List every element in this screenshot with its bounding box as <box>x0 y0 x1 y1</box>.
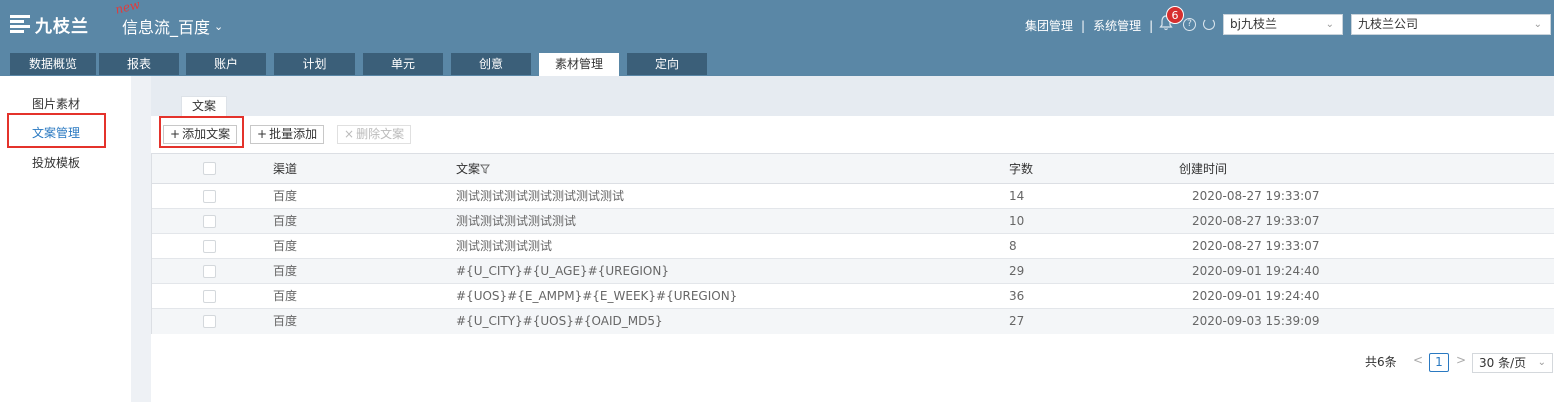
logout-icon[interactable] <box>1203 18 1215 30</box>
cell-char-count: 27 <box>1009 314 1025 328</box>
subtab-copywriting[interactable]: 文案 <box>181 96 227 116</box>
tab-reports[interactable]: 报表 <box>99 53 179 75</box>
scrollbar-track[interactable] <box>1554 0 1561 402</box>
tab-overview[interactable]: 数据概览 <box>10 53 96 75</box>
cell-created-time: 2020-09-03 15:39:09 <box>1192 314 1320 328</box>
main-tabs: 数据概览 报表 账户 计划 单元 创意 素材管理 定向 <box>0 49 1561 76</box>
chevron-down-icon: ⌄ <box>1533 19 1542 30</box>
table-header: 渠道 文案 字数 创建时间 <box>152 154 1560 184</box>
company-select-value: 九枝兰公司 <box>1358 17 1419 31</box>
filter-icon[interactable] <box>480 164 491 174</box>
row-checkbox[interactable] <box>203 190 216 203</box>
chevron-down-icon: ⌄ <box>1325 19 1334 30</box>
group-management-link[interactable]: 集团管理 <box>1025 17 1073 34</box>
company-select[interactable]: 九枝兰公司 ⌄ <box>1351 14 1551 35</box>
page-size-select[interactable]: 30 条/页 ⌄ <box>1472 353 1553 373</box>
cell-char-count: 29 <box>1009 264 1025 278</box>
highlight-box <box>159 116 244 148</box>
row-checkbox[interactable] <box>203 240 216 253</box>
cell-channel: 百度 <box>273 214 298 228</box>
logo[interactable]: 九枝兰 <box>10 12 89 37</box>
header-copy[interactable]: 文案 <box>456 154 491 184</box>
delete-copy-label: 删除文案 <box>356 127 405 141</box>
cell-copy: 测试测试测试测试测试 <box>456 214 577 228</box>
logo-icon <box>10 14 32 34</box>
table-row[interactable]: 百度 测试测试测试测试 8 2020-08-27 19:33:07 <box>152 234 1560 259</box>
cell-created-time: 2020-08-27 19:33:07 <box>1192 189 1320 203</box>
tab-targeting[interactable]: 定向 <box>627 53 707 75</box>
batch-add-label: 批量添加 <box>269 127 318 141</box>
close-icon: × <box>344 127 355 141</box>
chevron-down-icon: ⌄ <box>1537 357 1546 368</box>
cell-char-count: 10 <box>1009 214 1025 228</box>
highlight-box <box>7 113 106 148</box>
product-switcher[interactable]: 信息流_百度 ⌄ <box>122 14 223 38</box>
table-row[interactable]: 百度 #{UOS}#{E_AMPM}#{E_WEEK}#{UREGION} 36… <box>152 284 1560 309</box>
pagination-total: 共6条 <box>1365 355 1397 369</box>
link-separator: | <box>1081 18 1086 33</box>
cell-copy: 测试测试测试测试测试测试测试 <box>456 189 625 203</box>
logo-text: 九枝兰 <box>35 16 89 37</box>
header-copy-label: 文案 <box>456 162 481 176</box>
cell-channel: 百度 <box>273 239 298 253</box>
chevron-down-icon: ⌄ <box>214 19 224 33</box>
table-row[interactable]: 百度 #{U_CITY}#{UOS}#{OAID_MD5} 27 2020-09… <box>152 309 1560 334</box>
cell-copy: #{UOS}#{E_AMPM}#{E_WEEK}#{UREGION} <box>456 289 738 303</box>
tab-material[interactable]: 素材管理 <box>539 53 619 76</box>
cell-copy: #{U_CITY}#{UOS}#{OAID_MD5} <box>456 314 663 328</box>
table-row[interactable]: 百度 测试测试测试测试测试 10 2020-08-27 19:33:07 <box>152 209 1560 234</box>
chevron-left-icon[interactable]: < <box>1413 353 1423 367</box>
chevron-right-icon[interactable]: > <box>1456 353 1466 367</box>
cell-created-time: 2020-09-01 19:24:40 <box>1192 289 1320 303</box>
header-channel[interactable]: 渠道 <box>273 154 297 184</box>
account-select-value: bj九枝兰 <box>1230 17 1277 31</box>
batch-add-button[interactable]: + 批量添加 <box>250 125 325 144</box>
table-row[interactable]: 百度 #{U_CITY}#{U_AGE}#{UREGION} 29 2020-0… <box>152 259 1560 284</box>
row-checkbox[interactable] <box>203 215 216 228</box>
page-size-value: 30 条/页 <box>1479 356 1527 370</box>
cell-created-time: 2020-09-01 19:24:40 <box>1192 264 1320 278</box>
delete-copy-button[interactable]: × 删除文案 <box>337 125 412 144</box>
cell-copy: 测试测试测试测试 <box>456 239 553 253</box>
sidebar-item-templates[interactable]: 投放模板 <box>32 154 80 171</box>
header-created-time[interactable]: 创建时间 <box>1179 154 1227 184</box>
account-select[interactable]: bj九枝兰 ⌄ <box>1223 14 1343 35</box>
page-number-current[interactable]: 1 <box>1429 353 1449 372</box>
select-all-checkbox[interactable] <box>203 162 216 175</box>
cell-channel: 百度 <box>273 264 298 278</box>
tab-unit[interactable]: 单元 <box>363 53 443 75</box>
cell-channel: 百度 <box>273 314 298 328</box>
cell-char-count: 14 <box>1009 189 1025 203</box>
tab-plan[interactable]: 计划 <box>274 53 355 75</box>
plus-icon: + <box>257 127 268 141</box>
top-header: 九枝兰 new 信息流_百度 ⌄ 集团管理 | 系统管理 | 6 ? bj九枝兰… <box>0 0 1561 49</box>
subtab-bar <box>151 76 1561 116</box>
top-links: 集团管理 | 系统管理 | <box>1025 17 1161 34</box>
sidebar-item-images[interactable]: 图片素材 <box>32 95 80 112</box>
product-title: 信息流_百度 <box>122 18 211 37</box>
tab-account[interactable]: 账户 <box>186 53 266 75</box>
row-checkbox[interactable] <box>203 265 216 278</box>
cell-created-time: 2020-08-27 19:33:07 <box>1192 239 1320 253</box>
cell-char-count: 8 <box>1009 239 1017 253</box>
cell-channel: 百度 <box>273 289 298 303</box>
cell-created-time: 2020-08-27 19:33:07 <box>1192 214 1320 228</box>
row-checkbox[interactable] <box>203 315 216 328</box>
help-icon[interactable]: ? <box>1183 18 1196 31</box>
tab-creative[interactable]: 创意 <box>451 53 531 75</box>
notification-badge: 6 <box>1166 6 1184 24</box>
copy-table: 渠道 文案 字数 创建时间 百度 测试测试测试测试测试测试测试 14 2020-… <box>151 153 1561 334</box>
cell-channel: 百度 <box>273 189 298 203</box>
header-char-count[interactable]: 字数 <box>1009 154 1033 184</box>
system-management-link[interactable]: 系统管理 <box>1093 17 1141 34</box>
link-separator: | <box>1149 18 1154 33</box>
cell-char-count: 36 <box>1009 289 1025 303</box>
table-row[interactable]: 百度 测试测试测试测试测试测试测试 14 2020-08-27 19:33:07 <box>152 184 1560 209</box>
cell-copy: #{U_CITY}#{U_AGE}#{UREGION} <box>456 264 669 278</box>
row-checkbox[interactable] <box>203 290 216 303</box>
